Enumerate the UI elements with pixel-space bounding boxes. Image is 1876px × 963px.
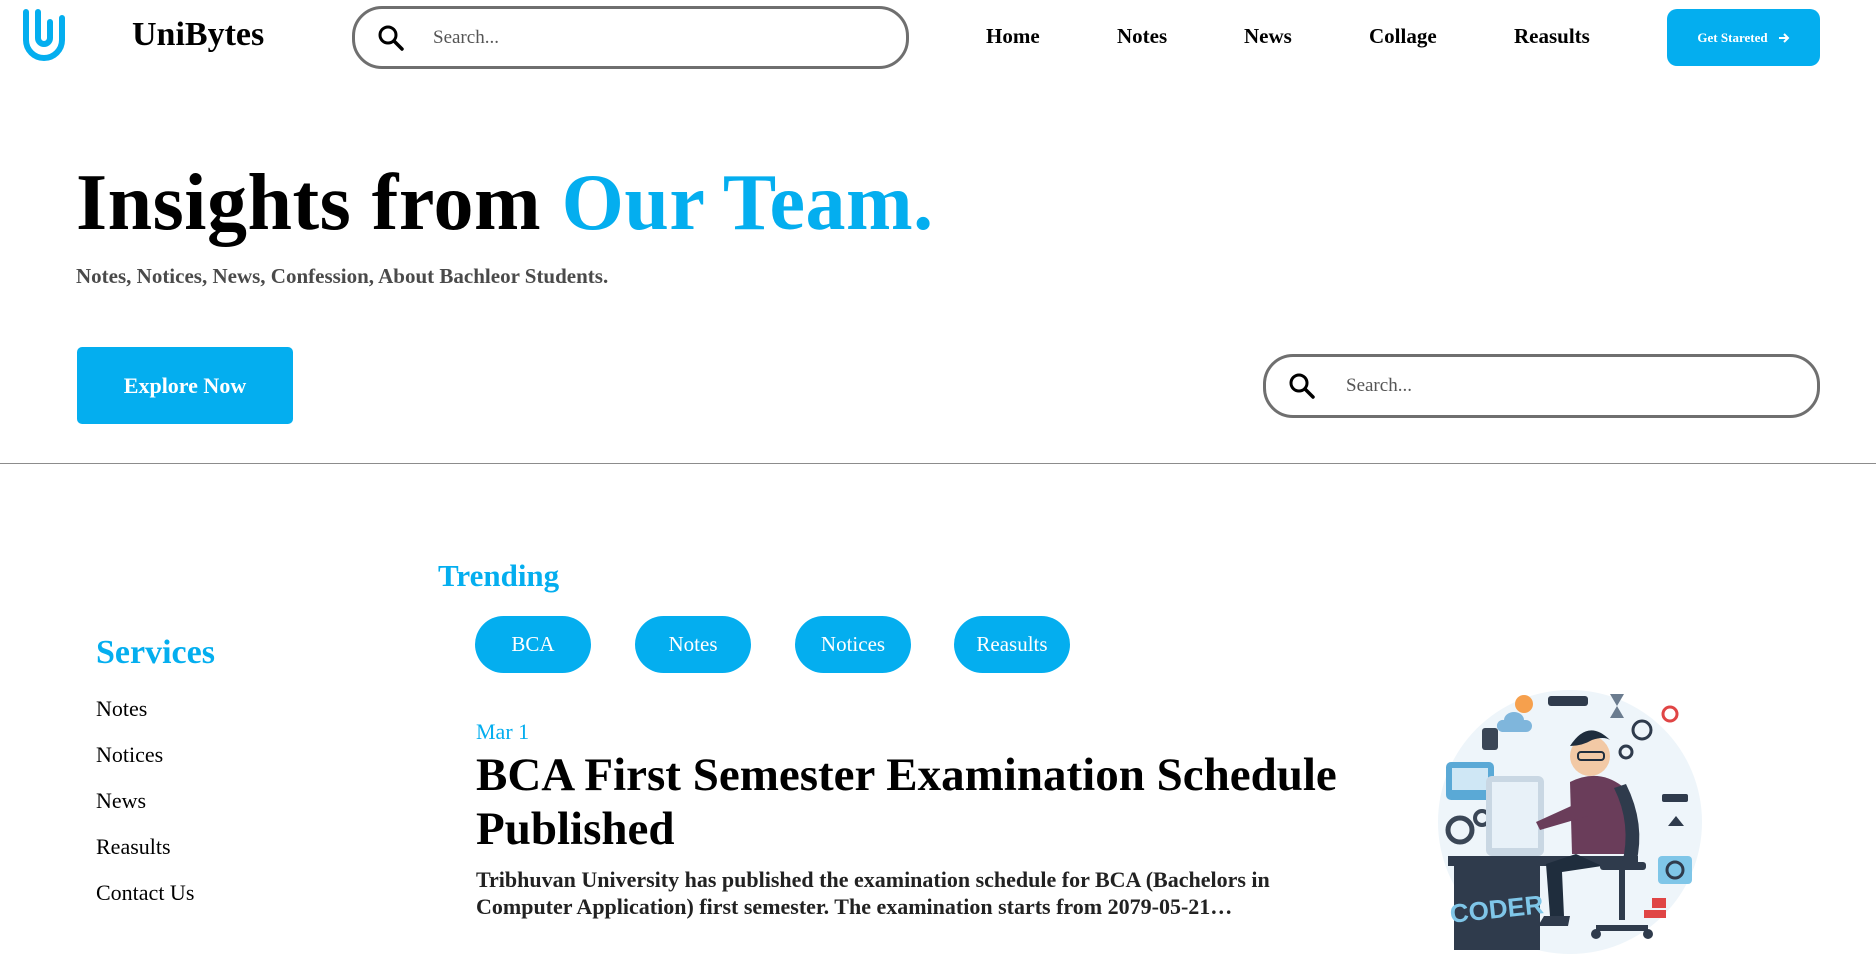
- hero-search-box[interactable]: [1263, 354, 1820, 418]
- header-search-box[interactable]: [352, 6, 909, 69]
- nav-news[interactable]: News: [1244, 24, 1292, 49]
- site-header: UniBytes Home Notes News Collage Reasult…: [0, 0, 1876, 80]
- tag-notices[interactable]: Notices: [795, 616, 911, 673]
- get-started-button[interactable]: Get Stareted: [1667, 9, 1820, 66]
- article-excerpt: Tribhuvan University has published the e…: [476, 867, 1270, 919]
- tag-notes[interactable]: Notes: [635, 616, 751, 673]
- arrow-right-icon: [1778, 32, 1789, 43]
- brand-name[interactable]: UniBytes: [132, 16, 264, 54]
- services-item-contact-us[interactable]: Contact Us: [96, 878, 194, 924]
- services-item-news[interactable]: News: [96, 786, 194, 832]
- article-date: Mar 1: [476, 719, 530, 744]
- search-icon: [1289, 373, 1315, 399]
- nav-home[interactable]: Home: [986, 24, 1040, 49]
- services-item-notices[interactable]: Notices: [96, 740, 194, 786]
- nav-reasults[interactable]: Reasults: [1514, 24, 1590, 49]
- nav-notes[interactable]: Notes: [1117, 24, 1167, 49]
- nav-collage[interactable]: Collage: [1369, 24, 1437, 49]
- coder-illustration: CODER: [1438, 690, 1702, 954]
- hero-title-accent: Our Team.: [561, 159, 934, 247]
- services-item-notes[interactable]: Notes: [96, 694, 194, 740]
- services-list: Notes Notices News Reasults Contact Us: [96, 694, 194, 924]
- tag-bca[interactable]: BCA: [475, 616, 591, 673]
- trending-title: Trending: [438, 558, 560, 593]
- hero-title: Insights from Our Team.: [76, 158, 934, 249]
- tag-reasults[interactable]: Reasults: [954, 616, 1070, 673]
- explore-now-button[interactable]: Explore Now: [77, 347, 293, 424]
- unibytes-logo-icon[interactable]: [20, 8, 68, 64]
- header-search-input[interactable]: [433, 26, 853, 49]
- section-divider: [0, 463, 1876, 464]
- hero-title-main: Insights from: [76, 159, 562, 247]
- get-started-label: Get Stareted: [1697, 29, 1768, 45]
- hero-subtitle: Notes, Notices, News, Confession, About …: [76, 264, 609, 288]
- services-title: Services: [96, 634, 215, 671]
- hero-search-input[interactable]: [1346, 375, 1766, 397]
- search-icon: [378, 25, 404, 51]
- article-title[interactable]: BCA First Semester Examination Schedule …: [476, 748, 1376, 856]
- services-item-reasults[interactable]: Reasults: [96, 832, 194, 878]
